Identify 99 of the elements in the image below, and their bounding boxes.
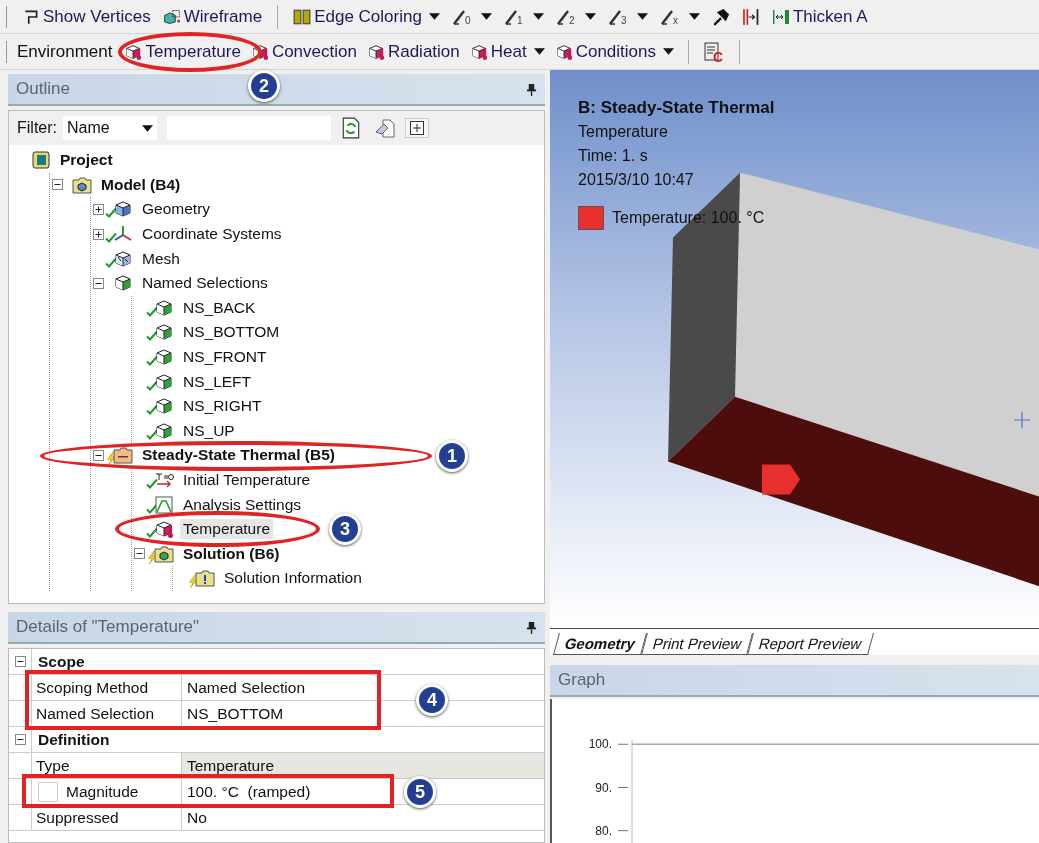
project-icon [31,150,51,171]
thermometer-cube-icon [124,42,143,61]
toolbar-button[interactable]: Heat [465,39,549,64]
edge-tool-button[interactable]: 3 [602,5,653,28]
info-text: Time: 1. s [578,146,649,166]
thermometer-cube-icon [469,42,488,61]
thicken-icon [771,7,790,26]
axis-label: 90. [595,780,612,795]
tree-item[interactable]: Project [57,150,116,171]
filter-label: Filter: [17,119,57,137]
panel-title: Graph [558,670,606,690]
pin-icon[interactable] [526,620,537,634]
axis-label: 80. [595,823,612,838]
thermometer-cube-icon [250,42,269,61]
tree-item[interactable]: NS_BACK [180,297,259,318]
initial-temperature-icon [154,470,174,490]
toolbar-button[interactable]: Thicken A [766,4,873,29]
crosshair-icon [1014,412,1030,428]
filter-dropdown[interactable]: Name [63,116,157,140]
expand-toggle[interactable] [92,204,104,215]
cube-icon [154,297,174,318]
thermometer-cube-icon [366,42,385,61]
edge-tool-button[interactable]: x [654,5,705,28]
collapse-toggle[interactable] [51,179,63,191]
cube-icon [154,371,174,392]
tree-item[interactable]: Initial Temperature [180,470,314,490]
panel-title: Outline [16,79,70,99]
checkbox[interactable] [38,781,58,802]
tree-item[interactable]: NS_LEFT [180,371,255,392]
thermometer-cube-icon [154,519,174,540]
property-value: NS_BOTTOM [186,703,285,724]
property-label: Named Selection [32,701,182,726]
tree-item[interactable]: Coordinate Systems [139,224,285,245]
tab[interactable]: Print Preview [641,633,754,655]
curve-icon [154,494,174,515]
folder-icon [113,445,133,466]
toolbar-button[interactable]: Convection [246,39,361,64]
tree-item[interactable]: NS_RIGHT [180,396,265,417]
cube-icon [154,420,174,441]
edge-tool-button[interactable]: 2 [550,5,601,28]
pin-icon[interactable] [526,82,537,96]
tree-item[interactable]: Solution Information [221,568,365,589]
pushpin-icon [711,7,730,26]
property-value: Temperature [182,753,544,778]
toolbar-button[interactable]: Show Vertices [17,4,156,29]
wireframe-icon [162,7,181,26]
expand-toggle[interactable] [92,228,104,240]
property-name: Magnitude [66,782,139,801]
tree-item[interactable]: Mesh [139,248,183,269]
property-value: Named Selection [186,677,307,698]
tree-item[interactable]: Named Selections [139,273,271,294]
plus-icon [410,121,424,135]
thermometer-cube-icon [554,42,573,61]
edge-coloring-icon [293,7,312,26]
section-header: Definition [37,729,110,750]
property-label: Scoping Method [32,675,182,700]
edge-tool-button[interactable]: 0 [446,5,497,28]
eraser-icon [375,117,395,139]
tree-item[interactable]: Steady-State Thermal (B5) [139,445,338,466]
edge-tool-button[interactable]: 1 [498,5,549,28]
toolbar-button[interactable]: Radiation [362,39,464,64]
tab[interactable]: Geometry [553,633,647,655]
toolbar-button[interactable]: Wireframe [157,4,268,29]
collapse-toggle[interactable] [14,656,26,667]
toolbar-button[interactable]: Conditions [550,39,678,64]
caret-icon [142,124,153,132]
folder-icon [195,568,215,589]
collapse-toggle[interactable] [133,548,145,560]
property-label: Suppressed [32,805,182,830]
tree-item[interactable]: Temperature [180,519,273,540]
folder-icon [154,543,174,564]
toolbar-button[interactable]: Temperature [120,39,245,64]
toolbar-label: Environment [17,41,113,62]
callout-number: 2 [248,70,280,102]
refresh-icon [341,117,361,139]
mesh-icon [113,248,133,269]
folder-icon [72,174,92,195]
tree-item[interactable]: Solution (B6) [180,543,283,564]
collapse-toggle[interactable] [14,734,26,745]
collapse-toggle[interactable] [92,449,104,461]
toolbar-button[interactable]: Edge Coloring [288,4,445,29]
expand-all-button[interactable] [405,118,429,138]
info-text: 2015/3/10 10:47 [578,170,695,190]
tree-item[interactable]: NS_BOTTOM [180,322,283,343]
tree-item[interactable]: Model (B4) [98,174,184,195]
axis-label: 100. [588,737,612,752]
tree-item[interactable]: NS_UP [180,420,238,441]
property-value: No [186,807,208,828]
tree-item[interactable]: Analysis Settings [180,494,305,515]
panel-title: Details of "Temperature" [16,617,200,637]
tab[interactable]: Report Preview [747,633,874,655]
collapse-toggle[interactable] [92,277,104,289]
tree-item[interactable]: Geometry [139,199,214,220]
tree-item[interactable]: NS_FRONT [180,347,270,368]
section-header: Scope [37,651,85,672]
analysis-title: B: Steady-State Thermal [578,97,775,119]
split-icon [741,7,760,26]
info-text: Temperature [578,122,669,142]
property-value: 100. °C (ramped) [186,781,312,802]
